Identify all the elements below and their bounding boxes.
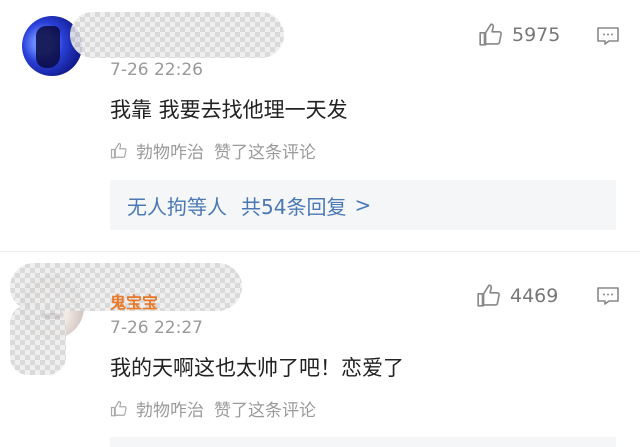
- author-name[interactable]: 勃物咋治: [136, 396, 204, 421]
- chevron-right-icon: >: [354, 193, 372, 217]
- like-count: 5975: [512, 24, 561, 46]
- author-liked-note: 勃物咋治 赞了这条评论: [110, 396, 316, 421]
- author-name[interactable]: 勃物咋治: [136, 138, 204, 163]
- comment-text: 我的天啊这也太帅了吧！恋爱了: [110, 356, 404, 380]
- reply-count: 共54条回复: [241, 194, 347, 219]
- thumbs-up-icon: [110, 142, 127, 158]
- like-button[interactable]: 5975: [478, 22, 560, 48]
- comment-item: 鬼宝宝 7-26 22:27 我的天啊这也太帅了吧！恋爱了 勃物咋治 赞了这条评…: [0, 255, 640, 447]
- comment-icon[interactable]: [596, 26, 620, 46]
- comment-item: 7-26 22:26 我靠 我要去找他理一天发 勃物咋治 赞了这条评论 5975…: [0, 0, 640, 250]
- author-liked-note: 勃物咋治 赞了这条评论: [110, 138, 316, 163]
- like-button[interactable]: 4469: [476, 283, 558, 309]
- liked-text: 赞了这条评论: [214, 401, 316, 421]
- avatar-mosaic-blur: [10, 305, 66, 375]
- comment-time: 7-26 22:26: [110, 60, 203, 80]
- username[interactable]: 鬼宝宝: [110, 289, 158, 313]
- reply-author: 无人拘等人: [127, 194, 227, 219]
- avatar-figure: [36, 26, 60, 68]
- thumbs-up-icon: [110, 400, 127, 416]
- liked-text: 赞了这条评论: [214, 143, 316, 163]
- comment-time: 7-26 22:27: [110, 318, 203, 338]
- replies-summary-link[interactable]: 无人拘等人 共54条回复 >: [110, 180, 616, 230]
- comment-icon[interactable]: [596, 286, 620, 306]
- username-mosaic-blur: [70, 12, 284, 58]
- thumbs-up-icon: [479, 23, 502, 46]
- comment-text: 我靠 我要去找他理一天发: [110, 98, 348, 122]
- replies-summary-link[interactable]: [110, 437, 616, 447]
- thumbs-up-icon: [477, 284, 500, 307]
- comment-divider: [0, 251, 640, 252]
- like-count: 4469: [510, 285, 559, 307]
